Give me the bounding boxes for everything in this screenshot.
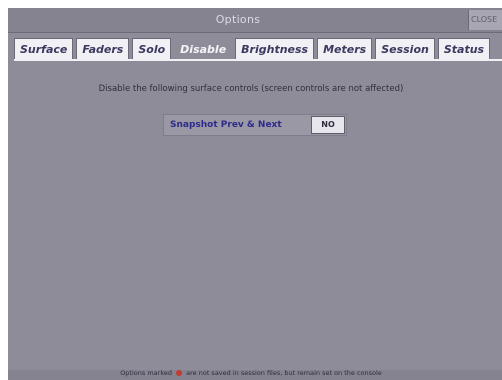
- tab-underline: [14, 59, 502, 61]
- options-window: Options CLOSE Surface Faders Solo Disabl…: [8, 8, 502, 380]
- title-bar[interactable]: Options CLOSE: [8, 8, 502, 33]
- footer-text-after: are not saved in session files, but rema…: [186, 369, 382, 377]
- tab-disable[interactable]: Disable: [174, 38, 233, 61]
- tab-solo[interactable]: Solo: [132, 38, 172, 59]
- snapshot-prev-next-label: Snapshot Prev & Next: [170, 120, 282, 130]
- window-title: Options: [215, 13, 261, 26]
- close-button[interactable]: CLOSE: [468, 10, 502, 30]
- footer-note: Options marked are not saved in session …: [0, 369, 502, 377]
- tab-session[interactable]: Session: [375, 38, 435, 59]
- tab-brightness[interactable]: Brightness: [235, 38, 315, 59]
- tab-surface[interactable]: Surface: [14, 38, 74, 59]
- snapshot-prev-next-row: Snapshot Prev & Next NO: [163, 114, 347, 136]
- tab-faders[interactable]: Faders: [76, 38, 130, 59]
- tab-bar: Surface Faders Solo Disable Brightness M…: [14, 38, 491, 61]
- footer-text-before: Options marked: [120, 369, 172, 377]
- snapshot-prev-next-toggle[interactable]: NO: [311, 116, 345, 134]
- tab-status[interactable]: Status: [437, 38, 491, 59]
- unsaved-marker-icon: [176, 370, 183, 376]
- disable-description: Disable the following surface controls (…: [98, 84, 404, 94]
- tab-meters[interactable]: Meters: [317, 38, 373, 59]
